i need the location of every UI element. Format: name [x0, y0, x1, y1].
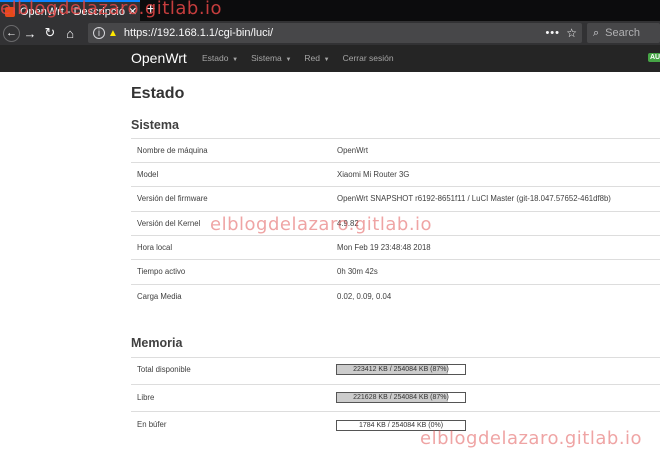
home-icon[interactable]: ⌂: [60, 26, 80, 41]
row-value: Mon Feb 19 23:48:48 2018: [337, 243, 431, 252]
search-placeholder: Search: [605, 27, 641, 39]
row-label: Carga Media: [137, 292, 182, 301]
table-row: Nombre de máquina OpenWrt: [131, 138, 660, 162]
watermark: elblogdelazaro.gitlab.io: [420, 428, 643, 449]
row-label: Versión del firmware: [137, 194, 208, 203]
search-icon: ⌕: [593, 26, 600, 39]
browser-navbar: ← → ↻ ⌂ i ▲ https://192.168.1.1/cgi-bin/…: [0, 21, 660, 45]
row-label: Versión del Kernel: [137, 219, 201, 228]
menu-item-label: Estado: [202, 53, 229, 63]
progress-text: 221628 KB / 254084 KB (87%): [353, 394, 449, 401]
refresh-badge[interactable]: AU: [648, 53, 660, 62]
row-label: Nombre de máquina: [137, 146, 208, 155]
row-value: 0h 30m 42s: [337, 267, 378, 276]
chevron-down-icon: ▼: [283, 57, 292, 63]
menu-estado[interactable]: Estado ▼: [202, 53, 238, 63]
bookmark-star-icon[interactable]: ☆: [566, 26, 577, 40]
chevron-down-icon: ▼: [322, 57, 330, 63]
watermark: elblogdelazaro.gitlab.io: [210, 214, 433, 235]
table-row: Versión del firmware OpenWrt SNAPSHOT r6…: [131, 186, 660, 210]
progress-text: 223412 KB / 254084 KB (87%): [353, 366, 449, 373]
search-input[interactable]: ⌕ Search: [587, 23, 660, 43]
main-menu: Estado ▼ Sistema ▼ Red ▼ Cerrar sesión: [202, 53, 407, 63]
luci-header: OpenWrt Estado ▼ Sistema ▼ Red ▼ Cerrar …: [0, 45, 660, 72]
menu-item-label: Cerrar sesión: [342, 53, 394, 63]
menu-cerrar-sesion[interactable]: Cerrar sesión: [343, 53, 394, 63]
table-row: Libre 221628 KB / 254084 KB (87%): [131, 384, 660, 411]
info-icon[interactable]: i: [93, 27, 105, 39]
table-row: Tiempo activo 0h 30m 42s: [131, 259, 660, 283]
memory-progress-bar: 223412 KB / 254084 KB (87%): [336, 364, 466, 375]
table-row: Model Xiaomi Mi Router 3G: [131, 162, 660, 186]
forward-button[interactable]: →: [20, 26, 40, 41]
table-row: Hora local Mon Feb 19 23:48:48 2018: [131, 235, 660, 259]
menu-item-label: Red: [304, 53, 320, 63]
watermark: elblogdelazaro.gitlab.io: [0, 0, 223, 19]
row-value: 0.02, 0.09, 0.04: [337, 292, 392, 301]
page-actions-icon[interactable]: •••: [545, 27, 560, 39]
menu-red[interactable]: Red ▼: [304, 53, 329, 63]
menu-item-label: Sistema: [251, 53, 282, 63]
system-section-title: Sistema: [131, 118, 179, 132]
warning-lock-icon[interactable]: ▲: [108, 28, 118, 39]
reload-button[interactable]: ↻: [40, 25, 60, 41]
row-value: Xiaomi Mi Router 3G: [337, 170, 410, 179]
row-label: Libre: [137, 393, 155, 402]
url-bar[interactable]: i ▲ https://192.168.1.1/cgi-bin/luci/ ••…: [88, 23, 582, 43]
row-label: Tiempo activo: [137, 267, 186, 276]
chevron-down-icon: ▼: [230, 57, 239, 63]
url-text[interactable]: https://192.168.1.1/cgi-bin/luci/: [124, 27, 273, 39]
main-content: Estado Sistema Nombre de máquina OpenWrt…: [0, 72, 660, 452]
back-button[interactable]: ←: [3, 24, 20, 42]
table-row: Carga Media 0.02, 0.09, 0.04: [131, 284, 660, 308]
memory-section-title: Memoria: [131, 336, 183, 350]
brand-logo[interactable]: OpenWrt: [131, 50, 187, 66]
row-value: OpenWrt: [337, 146, 369, 155]
row-label: Total disponible: [137, 365, 191, 374]
row-label: En búfer: [137, 420, 167, 429]
menu-sistema[interactable]: Sistema ▼: [251, 53, 291, 63]
row-label: Hora local: [137, 243, 173, 252]
row-value: OpenWrt SNAPSHOT r6192-8651f11 / LuCI Ma…: [337, 194, 611, 203]
page-title: Estado: [131, 85, 185, 102]
row-label: Model: [137, 170, 159, 179]
memory-progress-bar: 221628 KB / 254084 KB (87%): [336, 392, 466, 403]
table-row: Total disponible 223412 KB / 254084 KB (…: [131, 357, 660, 384]
